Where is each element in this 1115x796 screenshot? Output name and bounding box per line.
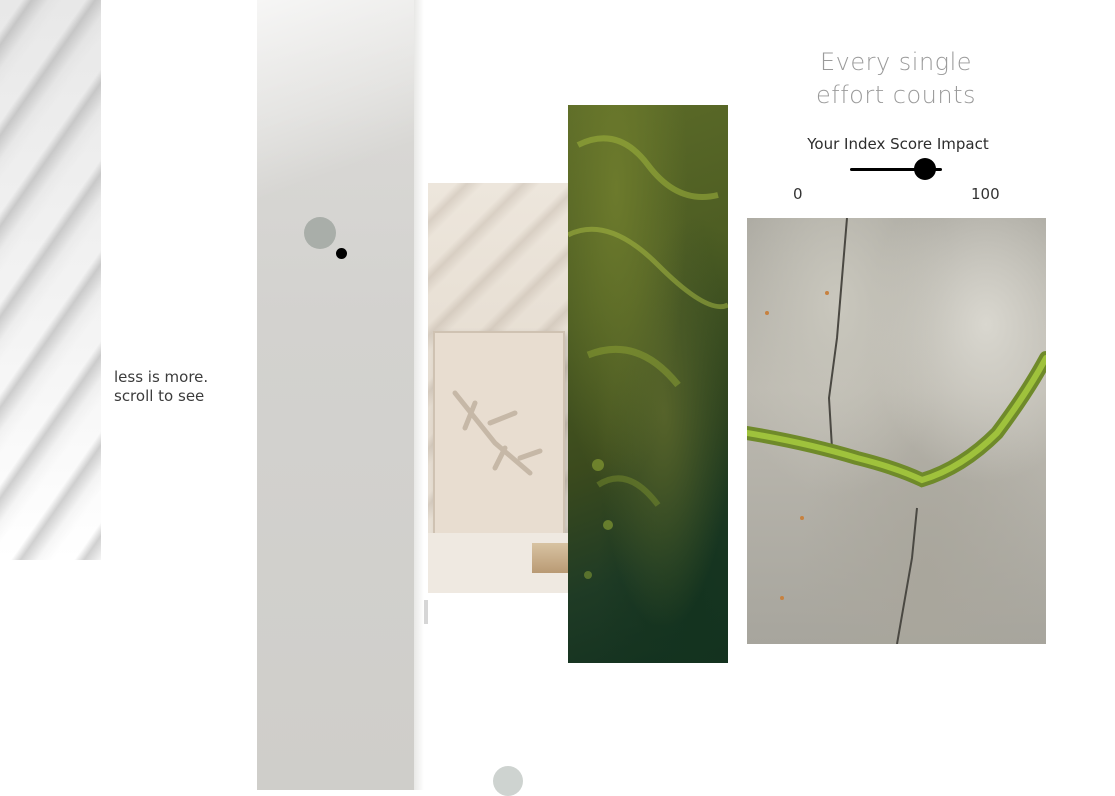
slider-max-label: 100 <box>971 185 1000 203</box>
tagline-line-1: less is more. <box>114 368 209 386</box>
index-score-slider-thumb[interactable] <box>914 158 937 180</box>
moss-texture <box>568 135 728 579</box>
slider-label: Your Index Score Impact <box>807 135 989 153</box>
window-shadow-image <box>0 0 101 560</box>
crack-texture <box>747 218 1046 644</box>
tagline: less is more. scroll to see <box>114 368 208 406</box>
cursor-dot <box>336 248 347 259</box>
paper-texture-panel <box>257 0 414 790</box>
headline-line-2: effort counts <box>816 81 976 109</box>
concrete-crack-photo <box>747 218 1046 644</box>
moss-aerial-photo <box>568 105 728 663</box>
panel-edge-shade <box>414 0 424 790</box>
plant-shadow-icon <box>452 390 543 476</box>
tagline-line-2: scroll to see <box>114 387 205 405</box>
room-photo <box>428 183 570 593</box>
framed-canvas <box>433 331 565 535</box>
headline-line-1: Every single <box>819 48 973 76</box>
decorative-dot <box>493 766 523 796</box>
headline: Every single effort counts <box>790 46 1002 112</box>
books-stack <box>532 543 570 573</box>
cursor-follower-ring <box>304 217 336 249</box>
scroll-indicator[interactable] <box>424 600 428 624</box>
slider-min-label: 0 <box>793 185 803 203</box>
